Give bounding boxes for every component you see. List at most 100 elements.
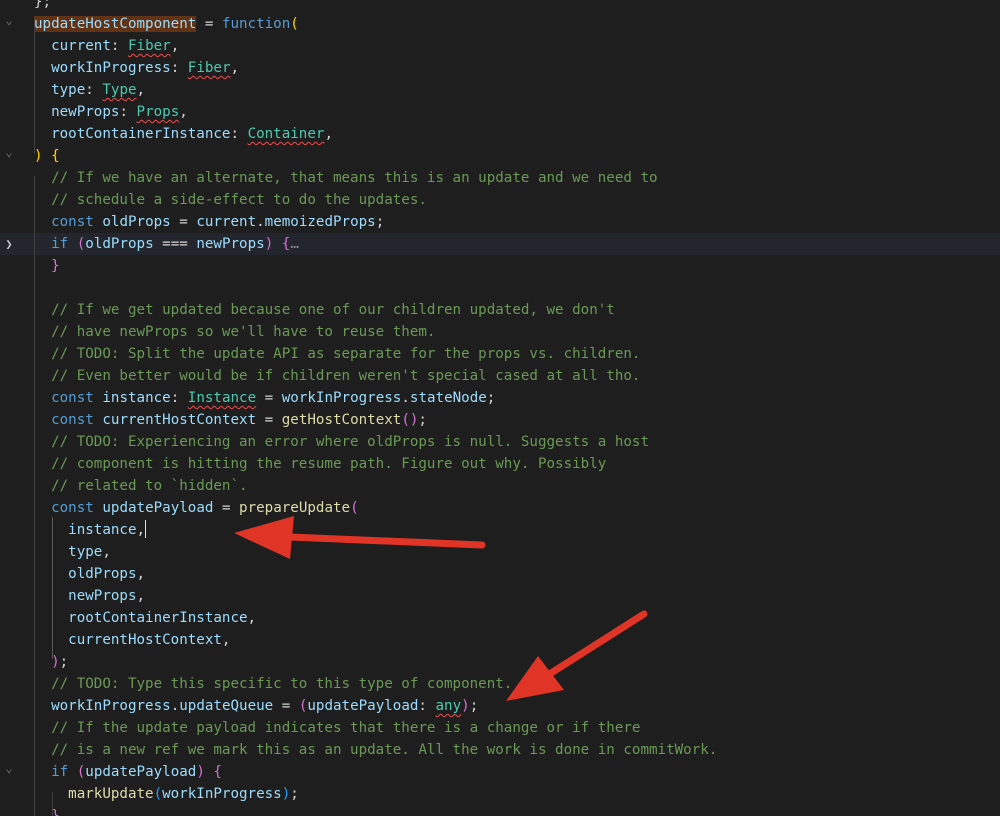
- fold-collapse-chevron-icon[interactable]: ⌄: [2, 145, 16, 167]
- code-line[interactable]: const currentHostContext = getHostContex…: [0, 409, 1000, 431]
- code-text[interactable]: type: Type,: [34, 79, 145, 101]
- code-line[interactable]: const updatePayload = prepareUpdate(: [0, 497, 1000, 519]
- fold-collapse-chevron-icon[interactable]: ⌄: [2, 13, 16, 35]
- code-text[interactable]: rootContainerInstance: Container,: [34, 123, 333, 145]
- code-text[interactable]: oldProps,: [34, 563, 145, 585]
- code-line[interactable]: ⌄ ) {: [0, 145, 1000, 167]
- code-text[interactable]: newProps: Props,: [34, 101, 188, 123]
- code-text[interactable]: // TODO: Experiencing an error where old…: [34, 431, 649, 453]
- code-text[interactable]: const instance: Instance = workInProgres…: [34, 387, 495, 409]
- punctuation: [34, 82, 51, 98]
- code-line[interactable]: workInProgress: Fiber,: [0, 57, 1000, 79]
- identifier: newProps: [68, 588, 137, 604]
- code-line[interactable]: ❯ if (oldProps === newProps) {…: [0, 233, 1000, 255]
- fold-expand-chevron-icon[interactable]: ❯: [2, 233, 16, 255]
- code-line[interactable]: };: [0, 0, 1000, 13]
- code-line[interactable]: }: [0, 805, 1000, 816]
- punctuation: ===: [153, 236, 197, 252]
- code-line[interactable]: ⌄ updateHostComponent = function(: [0, 13, 1000, 35]
- punctuation: [34, 104, 51, 120]
- code-text[interactable]: }: [34, 255, 60, 277]
- code-text[interactable]: // Even better would be if children were…: [34, 365, 640, 387]
- code-text[interactable]: type,: [34, 541, 111, 563]
- code-text[interactable]: currentHostContext,: [34, 629, 230, 651]
- code-line[interactable]: instance,: [0, 519, 1000, 541]
- code-text[interactable]: }: [34, 805, 60, 816]
- code-line[interactable]: currentHostContext,: [0, 629, 1000, 651]
- code-text[interactable]: // have newProps so we'll have to reuse …: [34, 321, 435, 343]
- keyword: const: [51, 412, 94, 428]
- code-text[interactable]: // related to `hidden`.: [34, 475, 247, 497]
- punctuation: [34, 764, 51, 780]
- code-line[interactable]: // TODO: Type this specific to this type…: [0, 673, 1000, 695]
- punctuation: };: [34, 0, 52, 10]
- code-text[interactable]: ) {: [34, 145, 60, 167]
- keyword: const: [51, 390, 94, 406]
- code-line[interactable]: rootContainerInstance,: [0, 607, 1000, 629]
- punctuation: ,: [179, 104, 188, 120]
- code-line[interactable]: // Even better would be if children were…: [0, 365, 1000, 387]
- code-editor[interactable]: }; ⌄ updateHostComponent = function( curre…: [0, 0, 1000, 816]
- code-text[interactable]: // is a new ref we mark this as an updat…: [34, 739, 717, 761]
- code-line[interactable]: current: Fiber,: [0, 35, 1000, 57]
- code-line[interactable]: newProps: Props,: [0, 101, 1000, 123]
- identifier: workInProgress: [281, 390, 402, 406]
- code-line[interactable]: oldProps,: [0, 563, 1000, 585]
- code-text[interactable]: const currentHostContext = getHostContex…: [34, 409, 427, 431]
- identifier: rootContainerInstance: [51, 126, 231, 142]
- code-line[interactable]: // component is hitting the resume path.…: [0, 453, 1000, 475]
- punctuation: ;: [418, 412, 427, 428]
- code-text[interactable]: };: [34, 0, 51, 13]
- punctuation: .: [401, 390, 410, 406]
- code-text[interactable]: updateHostComponent = function(: [34, 13, 299, 35]
- code-line[interactable]: );: [0, 651, 1000, 673]
- code-line[interactable]: // have newProps so we'll have to reuse …: [0, 321, 1000, 343]
- code-text[interactable]: // schedule a side-effect to do the upda…: [34, 189, 427, 211]
- code-line[interactable]: workInProgress.updateQueue = (updatePayl…: [0, 695, 1000, 717]
- punctuation: =: [256, 390, 282, 406]
- code-line[interactable]: markUpdate(workInProgress);: [0, 783, 1000, 805]
- identifier: instance: [102, 390, 171, 406]
- code-line[interactable]: // TODO: Split the update API as separat…: [0, 343, 1000, 365]
- code-line[interactable]: newProps,: [0, 585, 1000, 607]
- code-text[interactable]: const updatePayload = prepareUpdate(: [34, 497, 359, 519]
- code-text[interactable]: rootContainerInstance,: [34, 607, 256, 629]
- code-line[interactable]: // If we have an alternate, that means t…: [0, 167, 1000, 189]
- code-line[interactable]: // related to `hidden`.: [0, 475, 1000, 497]
- code-text[interactable]: const oldProps = current.memoizedProps;: [34, 211, 384, 233]
- code-text[interactable]: // If the update payload indicates that …: [34, 717, 640, 739]
- code-line[interactable]: ⌄ if (updatePayload) {: [0, 761, 1000, 783]
- fold-collapse-chevron-icon[interactable]: ⌄: [2, 761, 16, 783]
- code-line[interactable]: // schedule a side-effect to do the upda…: [0, 189, 1000, 211]
- code-text[interactable]: // If we get updated because one of our …: [34, 299, 615, 321]
- code-text[interactable]: if (oldProps === newProps) {…: [34, 233, 299, 255]
- code-line[interactable]: [0, 277, 1000, 299]
- code-text[interactable]: newProps,: [34, 585, 145, 607]
- code-text[interactable]: current: Fiber,: [34, 35, 179, 57]
- code-line[interactable]: // If we get updated because one of our …: [0, 299, 1000, 321]
- code-line[interactable]: // TODO: Experiencing an error where old…: [0, 431, 1000, 453]
- code-line[interactable]: type,: [0, 541, 1000, 563]
- keyword: const: [51, 214, 94, 230]
- code-text[interactable]: workInProgress.updateQueue = (updatePayl…: [34, 695, 478, 717]
- code-line[interactable]: // is a new ref we mark this as an updat…: [0, 739, 1000, 761]
- punctuation: ,: [170, 38, 180, 54]
- code-text[interactable]: markUpdate(workInProgress);: [34, 783, 299, 805]
- code-line[interactable]: rootContainerInstance: Container,: [0, 123, 1000, 145]
- code-line[interactable]: }: [0, 255, 1000, 277]
- code-line[interactable]: type: Type,: [0, 79, 1000, 101]
- code-line[interactable]: // If the update payload indicates that …: [0, 717, 1000, 739]
- code-text[interactable]: // TODO: Split the update API as separat…: [34, 343, 640, 365]
- punctuation: ,: [102, 544, 111, 560]
- code-text[interactable]: instance,: [34, 519, 147, 541]
- punctuation: [68, 764, 77, 780]
- code-line[interactable]: const instance: Instance = workInProgres…: [0, 387, 1000, 409]
- code-text[interactable]: if (updatePayload) {: [34, 761, 222, 783]
- type-name-error: Fiber: [127, 38, 171, 54]
- code-text[interactable]: workInProgress: Fiber,: [34, 57, 239, 79]
- code-text[interactable]: // TODO: Type this specific to this type…: [34, 673, 512, 695]
- identifier: workInProgress: [51, 698, 171, 714]
- code-text[interactable]: // If we have an alternate, that means t…: [34, 167, 657, 189]
- code-text[interactable]: // component is hitting the resume path.…: [34, 453, 606, 475]
- code-line[interactable]: const oldProps = current.memoizedProps;: [0, 211, 1000, 233]
